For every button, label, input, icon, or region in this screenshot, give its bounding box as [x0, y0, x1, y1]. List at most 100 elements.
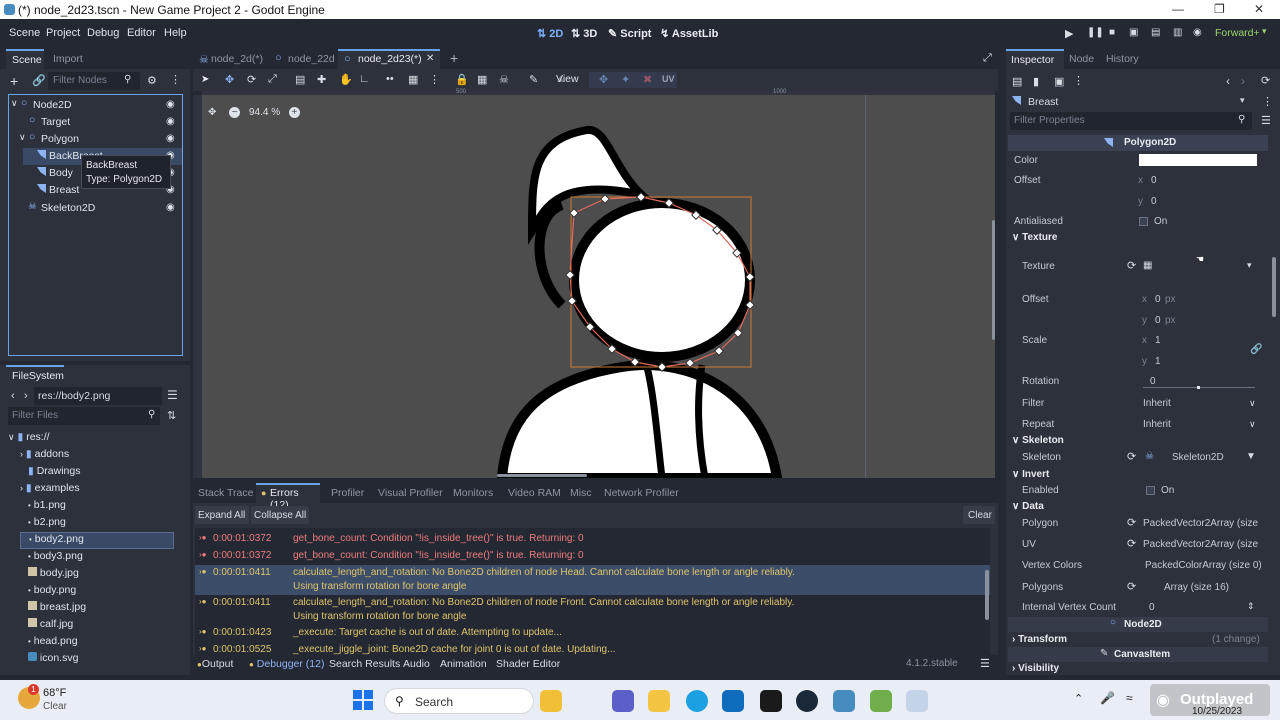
tab-network-profiler[interactable]: Network Profiler [604, 487, 679, 499]
menu-help[interactable]: Help [164, 27, 187, 39]
polygons-value[interactable]: Array (size 16) [1164, 582, 1229, 593]
file-item-addons[interactable]: › ▮ addons [20, 448, 69, 465]
file-item-head[interactable]: • head.png [28, 635, 78, 652]
polygon-value[interactable]: PackedVector2Array (size [1143, 518, 1258, 529]
scale-tool-icon[interactable]: ⤢ [268, 73, 277, 86]
app-icon[interactable] [906, 690, 928, 712]
back-arrow-icon[interactable]: ‹ [1226, 74, 1230, 88]
rotation-value[interactable]: 0 [1150, 376, 1156, 387]
tab-debugger[interactable]: ● Debugger (12) [249, 658, 324, 670]
chevron-down-icon[interactable]: ∨ [1249, 419, 1256, 430]
tab-stack-trace[interactable]: Stack Trace [198, 487, 253, 499]
edge-icon[interactable] [686, 690, 708, 712]
minimize-icon[interactable]: — [1172, 2, 1184, 16]
settings-icon[interactable]: ☰ [1261, 114, 1271, 127]
file-item-body3[interactable]: • body3.png [28, 550, 83, 567]
workspace-assetlib[interactable]: ↯ AssetLib [660, 27, 718, 40]
tab-profiler[interactable]: Profiler [331, 487, 364, 499]
file-item-res[interactable]: ∨ ▮ res:// [8, 431, 50, 448]
object-selector[interactable]: Breast ▾ [1010, 93, 1250, 111]
clear-button[interactable]: Clear [963, 506, 995, 524]
script-icon[interactable]: ⚙ [147, 74, 157, 87]
tab-animation[interactable]: Animation [440, 658, 487, 670]
error-row-selected[interactable]: ›● 0:00:01:0411 calculate_length_and_rot… [195, 565, 990, 595]
add-node-icon[interactable]: + [10, 73, 18, 89]
lock-icon[interactable]: 🔒 [455, 73, 469, 86]
widgets-app-icon[interactable] [540, 690, 562, 712]
color-swatch[interactable] [1139, 154, 1257, 166]
file-item-b1[interactable]: • b1.png [28, 499, 66, 516]
scale-y-value[interactable]: 1 [1155, 356, 1161, 367]
kebab-menu-icon[interactable]: ⋮ [170, 73, 181, 86]
visibility-eye-icon[interactable]: ◉ [166, 133, 175, 144]
class-header-canvasitem[interactable]: ✎ CanvasItem [1008, 647, 1268, 662]
reset-icon[interactable]: ⟳ [1127, 516, 1136, 529]
menu-editor[interactable]: Editor [127, 27, 156, 39]
stop-icon[interactable]: ■ [1109, 27, 1115, 38]
filter-nodes-input[interactable]: Filter Nodes ⚲ [48, 72, 140, 90]
section-invert[interactable]: ∨ Invert [1012, 469, 1049, 480]
chevron-down-icon[interactable]: ∨ [1249, 398, 1256, 409]
forward-arrow-icon[interactable]: › [24, 390, 28, 402]
play-icon[interactable]: ▶ [1065, 27, 1073, 40]
spinner-arrows-icon[interactable]: ⇕ [1247, 601, 1255, 612]
error-row[interactable]: ›● 0:00:01:0372 get_bone_count: Conditio… [195, 548, 990, 564]
section-data[interactable]: ∨ Data [1012, 501, 1044, 512]
select-tool-icon[interactable]: ➤ [201, 74, 209, 85]
save-resource-icon[interactable]: ▣ [1054, 75, 1064, 88]
measure-tool-icon[interactable]: ∟ [359, 73, 370, 85]
workspace-3d[interactable]: ⇅ 3D [571, 27, 597, 40]
antialiased-checkbox[interactable] [1139, 217, 1148, 226]
open-resource-icon[interactable]: ▮ [1033, 75, 1039, 88]
back-arrow-icon[interactable]: ‹ [11, 390, 15, 402]
taskbar-search[interactable]: ⚲ Search [384, 688, 534, 714]
scale-x-value[interactable]: 1 [1155, 335, 1161, 346]
texture-offset-x-value[interactable]: 0 [1155, 294, 1161, 305]
workspace-2d[interactable]: ⇅ 2D [537, 27, 563, 40]
godot-taskbar-icon[interactable] [833, 690, 855, 712]
start-icon[interactable] [353, 690, 373, 710]
error-row[interactable]: ›● 0:00:01:0525 _execute_jiggle_joint: B… [195, 642, 990, 655]
class-header-polygon2d[interactable]: Polygon2D [1008, 135, 1268, 151]
distraction-free-icon[interactable]: ⤢ [983, 52, 992, 65]
texture-offset-y-value[interactable]: 0 [1155, 315, 1161, 326]
visibility-eye-icon[interactable]: ◉ [166, 99, 175, 110]
app-icon[interactable] [870, 690, 892, 712]
close-tab-icon[interactable]: ✕ [426, 53, 434, 64]
tab-inspector[interactable]: Inspector [1006, 49, 1064, 69]
file-item-drawings[interactable]: ▮ Drawings [28, 465, 80, 482]
tab-output[interactable]: ●Output [197, 658, 233, 670]
bone-icon[interactable]: ✎ [529, 73, 538, 86]
tab-visual-profiler[interactable]: Visual Profiler [378, 487, 443, 499]
offset-x-value[interactable]: 0 [1151, 175, 1157, 186]
invert-checkbox[interactable] [1146, 486, 1155, 495]
view-menu[interactable]: View [556, 73, 579, 85]
filter-properties-input[interactable]: Filter Properties ⚲ [1010, 112, 1252, 130]
visibility-eye-icon[interactable]: ◉ [166, 116, 175, 127]
file-item-bodypng[interactable]: • body.png [28, 584, 76, 601]
class-header-node2d[interactable]: ○ Node2D [1008, 617, 1268, 632]
ruler-tool-icon[interactable]: ▤ [295, 73, 305, 86]
tab-scene[interactable]: Scene [6, 49, 44, 69]
close-window-icon[interactable]: ✕ [1254, 2, 1264, 16]
tree-item-node2d[interactable]: ∨ ○ Node2D ◉ [9, 97, 182, 114]
pan-tool-icon[interactable]: ✋ [339, 73, 353, 86]
chevron-down-icon[interactable]: ▾ [1247, 260, 1252, 271]
filter-select[interactable]: Inherit [1143, 398, 1171, 409]
file-item-calf[interactable]: calf.jpg [28, 618, 73, 635]
editor-tab-node-2d[interactable]: ☠ node_2d(*) [193, 49, 267, 69]
sort-icon[interactable]: ⇅ [167, 409, 176, 422]
filter-files-input[interactable]: Filter Files ⚲ [8, 407, 160, 425]
file-item-bodyjpg[interactable]: body.jpg [28, 567, 79, 584]
tab-misc[interactable]: Misc [570, 487, 592, 499]
menu-project[interactable]: Project [46, 27, 80, 39]
link-icon[interactable]: 🔗 [1250, 344, 1262, 355]
object-history-icon[interactable]: ⋮ [1262, 95, 1273, 108]
section-transform[interactable]: › Transform [1012, 634, 1067, 645]
file-item-breast[interactable]: breast.jpg [28, 601, 86, 618]
skeleton-value[interactable]: Skeleton2D [1172, 452, 1224, 463]
reset-icon[interactable]: ⟳ [1127, 580, 1136, 593]
chevron-up-icon[interactable]: ⌃ [1074, 692, 1083, 705]
tab-node[interactable]: Node [1069, 53, 1094, 65]
reset-icon[interactable]: ⟳ [1127, 537, 1136, 550]
